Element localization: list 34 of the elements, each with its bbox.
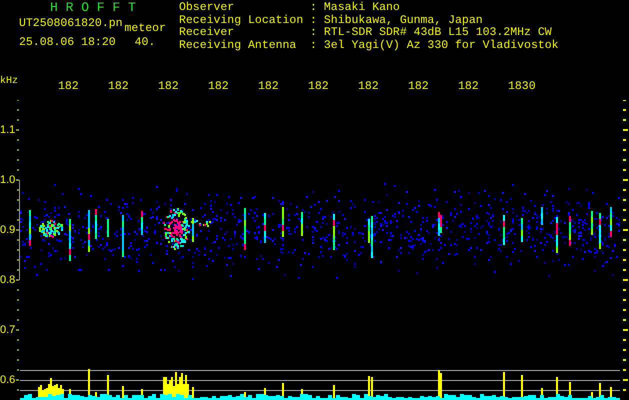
frequency-label: 182 — [258, 81, 280, 93]
info-separator: : — [310, 2, 317, 14]
level-label: 1.1 — [0, 124, 16, 136]
info-separator: : — [310, 14, 317, 26]
event-count: 40. — [134, 37, 156, 49]
frequency-label: 182 — [58, 81, 80, 93]
level-label: 1.0 — [0, 174, 16, 186]
level-label: 0.7 — [0, 324, 16, 336]
file-name: UT2508061820.pn — [19, 18, 123, 32]
info-separator: : — [310, 27, 317, 39]
level-label: 0.9 — [0, 224, 16, 236]
frequency-label: 182 — [108, 81, 130, 93]
info-label: Receiving Location — [179, 14, 304, 26]
info-label: Observer — [179, 2, 236, 14]
info-label: Receiver — [179, 27, 236, 39]
info-value: Masaki Kano — [324, 2, 400, 14]
frequency-label: 182 — [158, 81, 180, 93]
info-value: RTL-SDR SDR# 43dB L15 103.2MHz CW — [324, 27, 552, 39]
info-label: Receiving Antenna — [179, 40, 298, 52]
frequency-label: 182 — [308, 81, 330, 93]
info-separator: : — [310, 40, 317, 52]
timestamp: 25.08.06 18:20 — [19, 37, 116, 49]
info-value: Shibukawa, Gunma, Japan — [324, 14, 483, 26]
app-title: H R O F F T — [49, 0, 137, 16]
info-value: 3el Yagi(V) Az 330 for Vladivostok — [324, 40, 559, 52]
frequency-label: 1830 — [508, 81, 537, 93]
frequency-label: 182 — [358, 81, 380, 93]
level-label: 0.8 — [0, 274, 16, 286]
event-type: meteor — [124, 23, 166, 35]
frequency-label: 182 — [208, 81, 230, 93]
level-label: 0.6 — [0, 374, 16, 386]
frequency-label: 182 — [458, 81, 480, 93]
frequency-label: 182 — [408, 81, 430, 93]
frequency-unit: kHz — [0, 76, 20, 88]
